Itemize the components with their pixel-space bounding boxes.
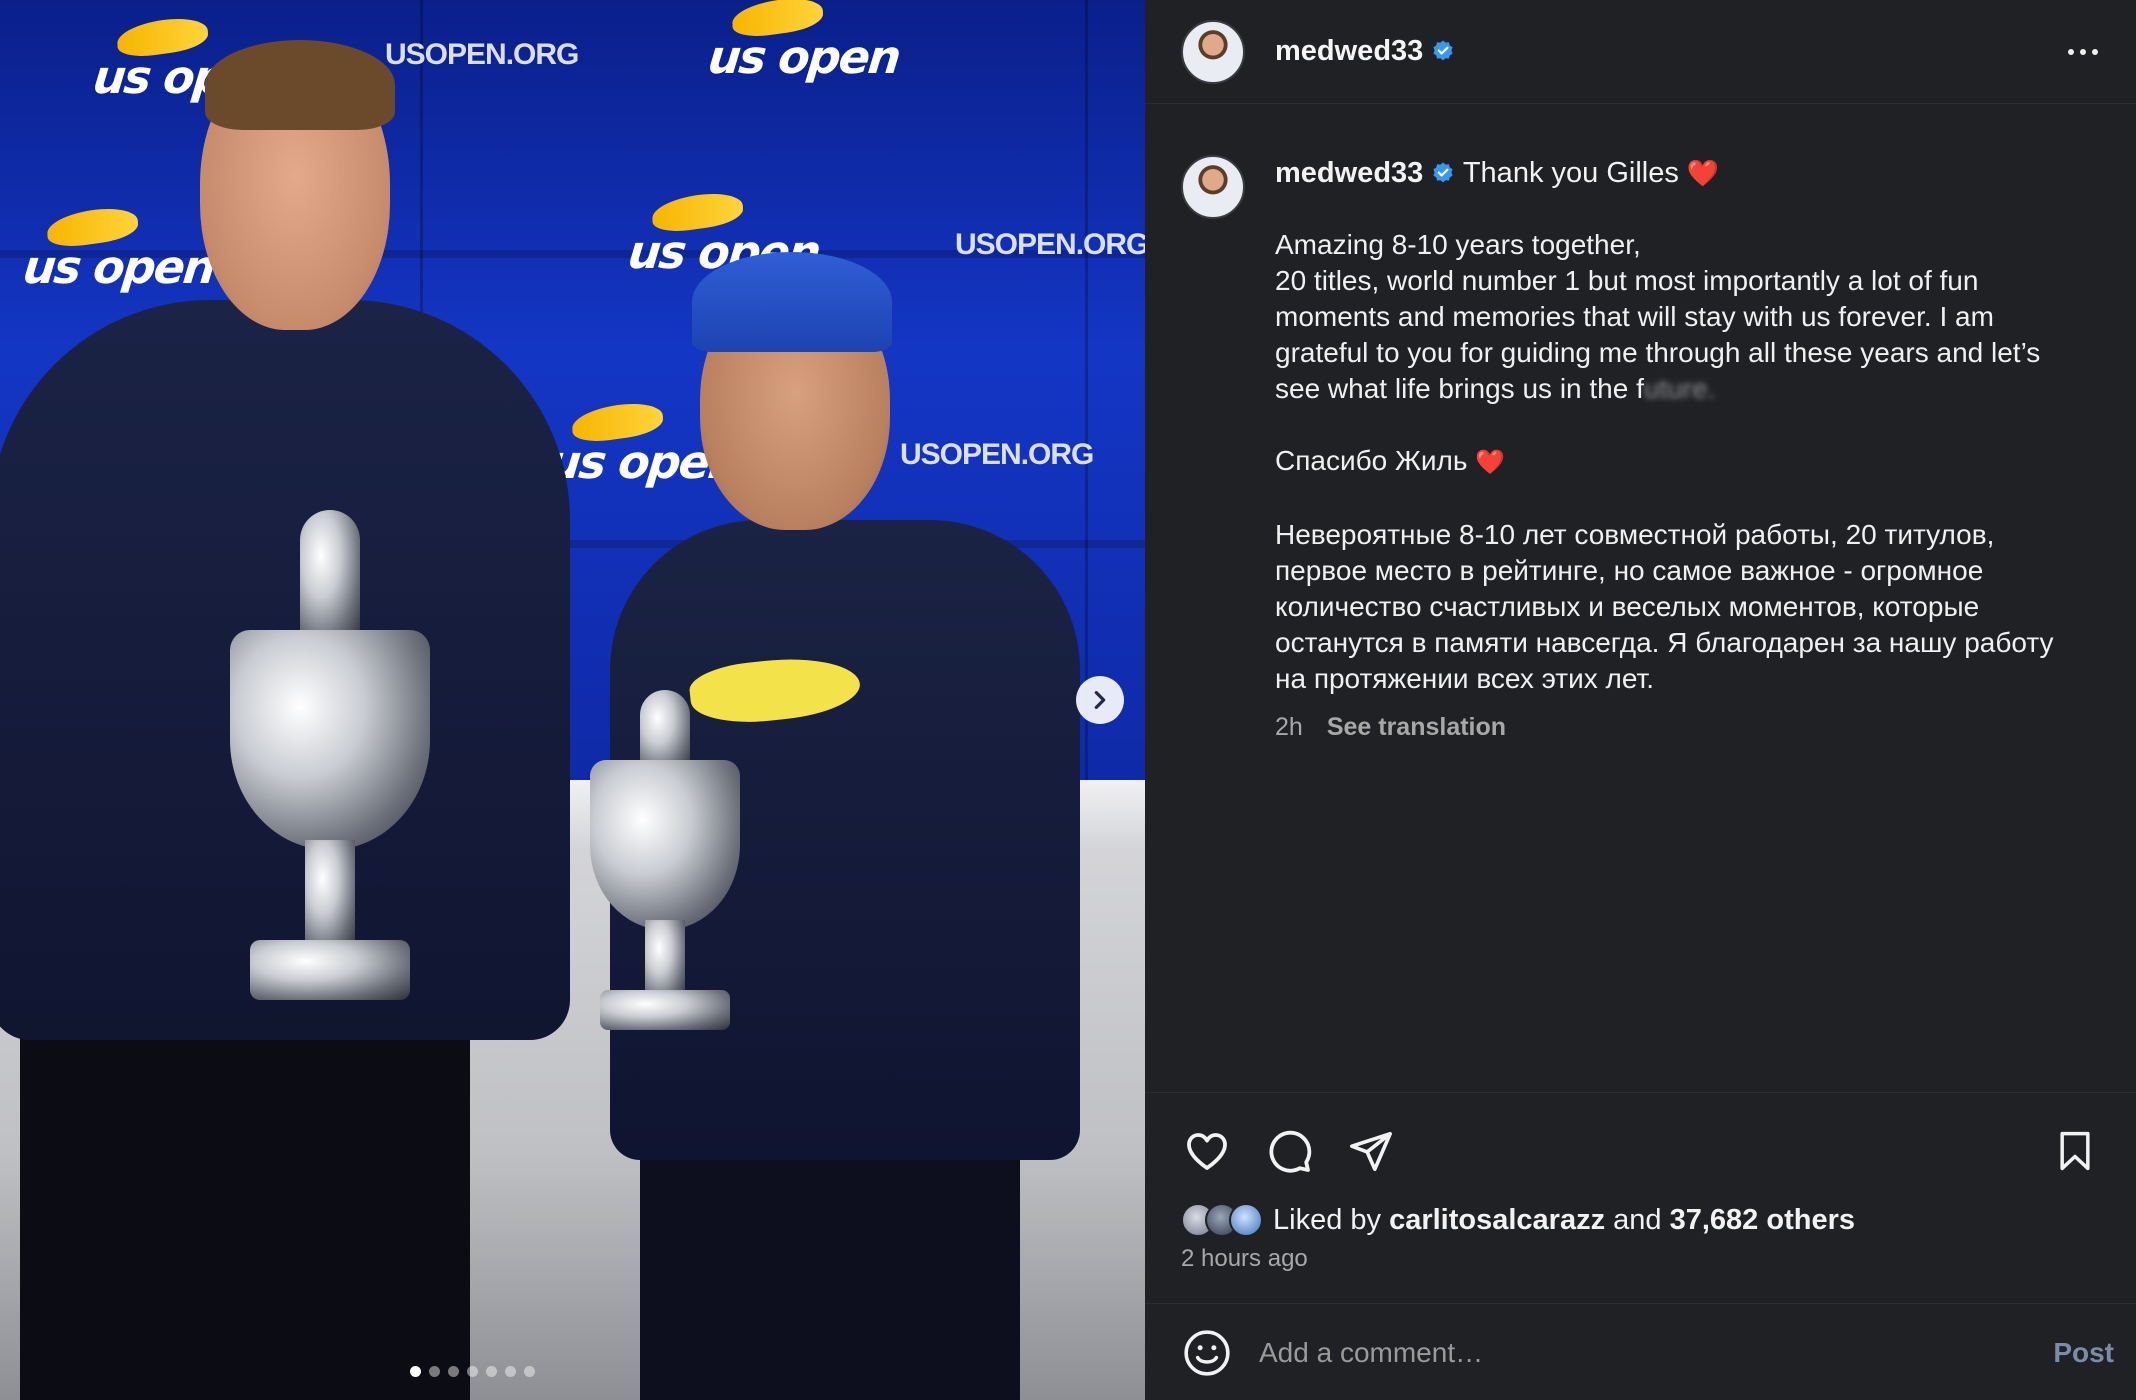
emoji-icon xyxy=(1184,1329,1230,1376)
author-username[interactable]: medwed33 xyxy=(1275,35,1455,68)
caption-body: medwed33 Thank you Gilles ❤️ Amazing 8-1… xyxy=(1275,155,2105,742)
usopen-site-text: USOPEN.ORG xyxy=(900,438,1094,471)
usopen-logo: us open xyxy=(706,0,905,84)
verified-badge-icon xyxy=(1431,39,1455,63)
caption-first-line: Thank you Gilles xyxy=(1462,157,1679,189)
carousel-dot xyxy=(410,1366,421,1377)
caption-line: останутся в памяти навсегда. Я благодаре… xyxy=(1275,627,2054,658)
usopen-site-text: USOPEN.ORG xyxy=(955,228,1145,261)
post-media[interactable]: us open us open us open us open us open … xyxy=(0,0,1145,1400)
heart-emoji: ❤️ xyxy=(1686,158,1720,188)
caption-line: see what life brings us in the f xyxy=(1275,373,1644,404)
others-likes-link[interactable]: 37,682 others xyxy=(1670,1204,1855,1237)
liked-by-and: and xyxy=(1613,1203,1662,1236)
comment-icon xyxy=(1269,1130,1312,1173)
post-comment-button[interactable]: Post xyxy=(2053,1337,2114,1369)
caption-line: на протяжении всех этих лет. xyxy=(1275,663,1655,694)
carousel-dot xyxy=(429,1366,440,1377)
share-icon xyxy=(1350,1131,1392,1172)
caption-line: moments and memories that will stay with… xyxy=(1275,301,1994,332)
see-translation-link[interactable]: See translation xyxy=(1327,713,1506,742)
share-button[interactable] xyxy=(1345,1125,1397,1177)
caption-username[interactable]: medwed33 xyxy=(1275,157,1423,189)
save-button[interactable] xyxy=(2049,1125,2101,1177)
carousel-dot xyxy=(505,1366,516,1377)
usopen-site-text: USOPEN.ORG xyxy=(385,38,579,71)
action-icons xyxy=(1181,1121,2101,1181)
avatar[interactable] xyxy=(1181,155,1245,219)
caption-line: Невероятные 8-10 лет совместной работы, … xyxy=(1275,519,1995,550)
caption-paragraph-ru: Невероятные 8-10 лет совместной работы, … xyxy=(1275,517,2105,697)
caption: medwed33 Thank you Gilles ❤️ Amazing 8-1… xyxy=(1181,155,2111,742)
post-actions: Liked by carlitosalcarazz and 37,682 oth… xyxy=(1145,1092,2136,1400)
liker-avatars[interactable] xyxy=(1181,1203,1263,1237)
more-options-icon[interactable] xyxy=(2058,39,2108,65)
emoji-button[interactable] xyxy=(1181,1327,1233,1379)
carousel-dot xyxy=(486,1366,497,1377)
post-header: medwed33 xyxy=(1145,0,2136,104)
carousel-dot xyxy=(524,1366,535,1377)
comment-bar: Post xyxy=(1145,1303,2136,1400)
carousel-dot xyxy=(448,1366,459,1377)
caption-obscured-text: uture. xyxy=(1643,373,1716,404)
caption-line: Спасибо Жиль xyxy=(1275,445,1468,476)
carousel-indicator xyxy=(0,1366,1145,1377)
avatar[interactable] xyxy=(1181,19,1245,84)
comment-button[interactable] xyxy=(1263,1125,1315,1177)
heart-icon xyxy=(1187,1133,1227,1170)
post-viewer: us open us open us open us open us open … xyxy=(0,0,2136,1400)
bookmark-icon xyxy=(2060,1131,2090,1171)
caption-timestamp: 2h xyxy=(1275,713,1303,741)
like-button[interactable] xyxy=(1181,1125,1233,1177)
caption-line: Amazing 8-10 years together, xyxy=(1275,229,1641,260)
caption-line: grateful to you for guiding me through a… xyxy=(1275,337,2041,368)
liked-by-user-link[interactable]: carlitosalcarazz xyxy=(1389,1204,1605,1237)
liked-by-prefix: Liked by xyxy=(1273,1203,1382,1236)
caption-meta: 2h See translation xyxy=(1275,713,2105,742)
carousel-dot xyxy=(467,1366,478,1377)
chevron-right-icon xyxy=(1094,691,1106,709)
heart-emoji: ❤️ xyxy=(1475,449,1506,476)
caption-line: количество счастливых и веселых моментов… xyxy=(1275,591,1980,622)
post-time-ago: 2 hours ago xyxy=(1181,1245,1308,1272)
caption-line: 20 titles, world number 1 but most impor… xyxy=(1275,265,1979,296)
carousel-next-button[interactable] xyxy=(1076,676,1124,724)
post-details-panel: medwed33 medwed33 Thank you Gilles ❤️ Am… xyxy=(1145,0,2136,1400)
usopen-logo: us open xyxy=(21,203,220,294)
caption-line: первое место в рейтинге, но самое важное… xyxy=(1275,555,1984,586)
caption-paragraph-en: Amazing 8-10 years together, 20 titles, … xyxy=(1275,227,2105,407)
likes-summary: Liked by carlitosalcarazz and 37,682 oth… xyxy=(1181,1203,1855,1237)
caption-paragraph-ru-title: Спасибо Жиль ❤️ xyxy=(1275,443,2105,481)
verified-badge-icon xyxy=(1431,161,1455,185)
comment-input[interactable] xyxy=(1259,1336,2054,1369)
